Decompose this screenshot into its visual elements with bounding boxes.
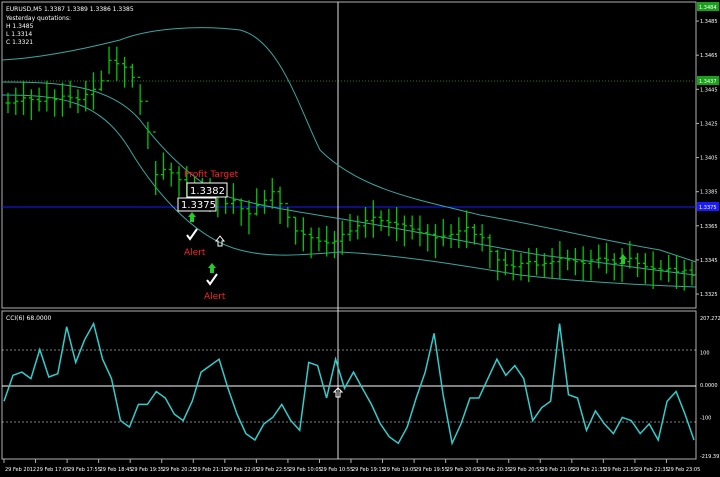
cci-axis-label: -100 [700, 415, 711, 421]
trading-chart[interactable]: EURUSD,M5 1.3387 1.3389 1.3386 1.3385 Ye… [0, 0, 720, 477]
price-axis: 1.3485 1.3465 1.3445 1.3425 1.3405 1.3385 1.33… [696, 19, 718, 298]
time-axis-label: 29 Feb 22:05 [226, 467, 259, 473]
alert-label-2: Alert [204, 292, 226, 302]
time-axis-label: 29 Feb 21:55 [604, 467, 637, 473]
cci-axis-label: 207.2722 [700, 316, 720, 322]
time-axis-label: 29 Feb 2012 [5, 467, 36, 473]
yesterday-close: C 1.3321 [6, 39, 33, 46]
profit-target-label: Profit Target [184, 170, 239, 180]
top-price-badge-text: 1.3484 [699, 5, 717, 11]
time-axis-label: 29 Feb 21:15 [194, 467, 227, 473]
time-axis-label: 29 Feb 20:25 [163, 467, 196, 473]
time-axis-label: 29 Feb 18:45 [100, 467, 133, 473]
symbol-line: EURUSD,M5 1.3387 1.3389 1.3386 1.3385 [6, 6, 134, 13]
time-axis-label: 29 Feb 19:35 [131, 467, 164, 473]
alert-label-1: Alert [184, 248, 206, 258]
time-axis-label: 29 Feb 21:35 [573, 467, 606, 473]
price-axis-label: 1.3465 [700, 53, 718, 59]
yesterday-high: H 1.3485 [6, 23, 34, 30]
time-axis-label: 29 Feb 17:55 [68, 467, 101, 473]
price-panel-frame [1, 1, 697, 309]
time-axis-label: 29 Feb 17:05 [37, 467, 70, 473]
time-axis-label: 29 Feb 19:05 [384, 467, 417, 473]
time-axis-label: 29 Feb 19:15 [352, 467, 385, 473]
time-axis-label: 29 Feb 20:35 [478, 467, 511, 473]
price-axis-label: 1.3405 [700, 156, 718, 162]
time-axis-label: 29 Feb 19:55 [415, 467, 448, 473]
price-box-2-text: 1.3375 [181, 200, 216, 211]
time-axis-label: 29 Feb 10:05 [289, 467, 322, 473]
time-axis-label: 29 Feb 10:55 [320, 467, 353, 473]
indicator-title: CCI(6) 68.0000 [6, 315, 52, 322]
cci-axis-label: 100 [700, 351, 710, 357]
yesterday-title: Yesterday quotations: [5, 15, 71, 22]
cci-axis-label: 0.0000 [700, 383, 718, 389]
cci-axis: 207.2722 100 0.0000 -100 -219.3913 [700, 316, 720, 460]
time-axis-label: 29 Feb 22:55 [257, 467, 290, 473]
price-axis-label: 1.3365 [700, 224, 718, 230]
time-axis-label: 29 Feb 20:55 [510, 467, 543, 473]
price-axis-label: 1.3325 [700, 292, 718, 298]
indicator-panel-frame [1, 310, 697, 460]
price-axis-label: 1.3345 [700, 258, 718, 264]
time-axis: 29 Feb 2012 29 Feb 17:0529 Feb 17:5529 Fe… [3, 459, 700, 473]
price-axis-label: 1.3385 [700, 190, 718, 196]
price-axis-label: 1.3445 [700, 87, 718, 93]
cci-axis-label: -219.3913 [700, 454, 720, 460]
price-axis-label: 1.3425 [700, 121, 718, 127]
time-axis-label: 29 Feb 20:05 [447, 467, 480, 473]
price-axis-label: 1.3485 [700, 19, 718, 25]
time-axis-label: 29 Feb 21:05 [541, 467, 574, 473]
current-price-badge-text: 1.3375 [699, 205, 717, 211]
time-axis-label: 29 Feb 23:05 [667, 467, 700, 473]
price-box-1-text: 1.3382 [190, 186, 225, 197]
yesterday-low: L 1.3314 [6, 31, 32, 38]
green-level-badge-text: 1.3437 [699, 79, 717, 85]
time-axis-label: 29 Feb 22:35 [636, 467, 669, 473]
